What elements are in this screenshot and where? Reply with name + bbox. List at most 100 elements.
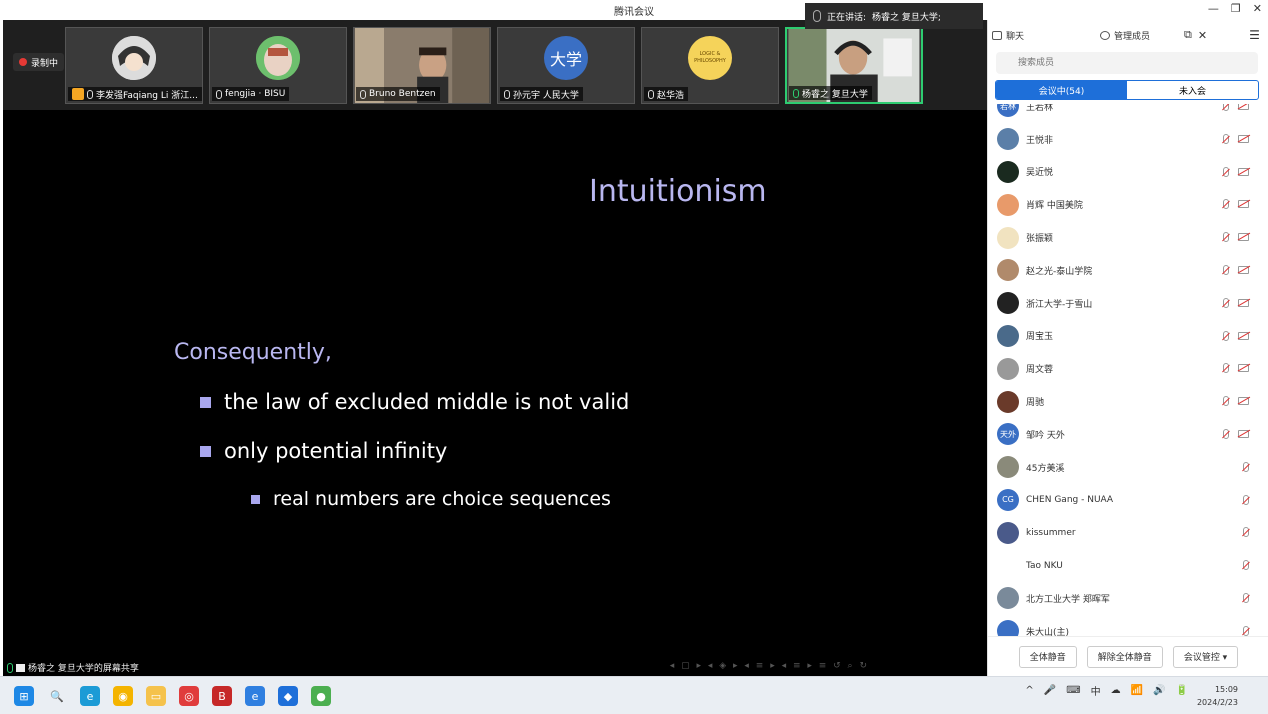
- tab-chat[interactable]: 聊天: [988, 29, 1096, 42]
- member-row[interactable]: 北方工业大学 郑晖军: [988, 582, 1268, 615]
- popout-icon[interactable]: ⧉: [1184, 28, 1192, 42]
- mic-muted-icon[interactable]: [1243, 592, 1249, 603]
- browser-icon[interactable]: e: [245, 686, 265, 706]
- member-row[interactable]: 周驰: [988, 385, 1268, 418]
- avatar: [997, 292, 1019, 315]
- screen-share-label: 杨睿之 复旦大学的屏幕共享: [7, 661, 139, 674]
- member-row[interactable]: 肖辉 中国美院: [988, 188, 1268, 221]
- tray-icon[interactable]: 📶: [1131, 685, 1143, 696]
- speaking-name: 杨睿之 复旦大学;: [872, 12, 941, 23]
- avatar: [997, 193, 1019, 216]
- mic-muted-icon[interactable]: [1223, 232, 1229, 243]
- participant-tile[interactable]: 李发强Faqiang Li 浙江...: [65, 27, 203, 104]
- avatar: [997, 324, 1019, 347]
- mic-muted-icon[interactable]: [1243, 461, 1249, 472]
- clock[interactable]: 15:09 2024/2/23: [1197, 683, 1238, 709]
- meeting-control-button[interactable]: 会议管控 ▾: [1172, 645, 1239, 668]
- member-row[interactable]: 朱大山(主): [988, 615, 1268, 637]
- member-name: CHEN Gang - NUAA: [1026, 494, 1114, 505]
- tray-icon[interactable]: 🔋: [1176, 685, 1188, 696]
- participant-tile[interactable]: LOGIC & PHILOSOPHY 赵华浩: [641, 27, 779, 104]
- mic-muted-icon[interactable]: [1243, 494, 1249, 505]
- user-icon: [1100, 30, 1110, 40]
- mute-all-button[interactable]: 全体静音: [1018, 645, 1077, 668]
- minimize-button[interactable]: —: [1208, 2, 1219, 15]
- maximize-button[interactable]: ❐: [1231, 2, 1241, 15]
- mic-muted-icon[interactable]: [1243, 560, 1249, 571]
- camera-off-icon[interactable]: [1238, 265, 1249, 274]
- member-row[interactable]: 张振颖: [988, 221, 1268, 254]
- app-b-icon[interactable]: B: [212, 686, 232, 706]
- camera-off-icon[interactable]: [1238, 233, 1249, 242]
- netease-icon[interactable]: ◎: [179, 686, 199, 706]
- bullet-square-icon: [200, 445, 211, 457]
- start-icon[interactable]: ⊞: [14, 686, 34, 706]
- camera-off-icon[interactable]: [1238, 298, 1249, 307]
- segment-not-joined[interactable]: 未入会: [1127, 81, 1258, 99]
- mic-muted-icon[interactable]: [1223, 104, 1229, 111]
- tencent-meeting-icon[interactable]: ◆: [278, 686, 298, 706]
- close-button[interactable]: ✕: [1253, 2, 1262, 15]
- camera-off-icon[interactable]: [1238, 134, 1249, 143]
- tray-icon[interactable]: 🔊: [1153, 685, 1165, 696]
- logo-text: LOGIC & PHILOSOPHY: [694, 51, 726, 64]
- camera-off-icon[interactable]: [1238, 364, 1249, 373]
- mic-muted-icon[interactable]: [1223, 297, 1229, 308]
- camera-off-icon[interactable]: [1238, 104, 1249, 110]
- camera-off-icon[interactable]: [1238, 200, 1249, 209]
- mic-muted-icon[interactable]: [1223, 199, 1229, 210]
- mic-muted-icon[interactable]: [1223, 264, 1229, 275]
- menu-icon[interactable]: ☰: [1249, 28, 1260, 42]
- member-row[interactable]: 周文蓉: [988, 352, 1268, 385]
- mic-muted-icon[interactable]: [1223, 363, 1229, 374]
- member-row[interactable]: 吴近悦: [988, 156, 1268, 189]
- mic-icon: [504, 89, 510, 99]
- tray-icon[interactable]: 🎤: [1044, 685, 1056, 696]
- mic-muted-icon[interactable]: [1223, 330, 1229, 341]
- member-row[interactable]: 赵之光-泰山学院: [988, 254, 1268, 287]
- camera-off-icon[interactable]: [1238, 167, 1249, 176]
- participant-tile[interactable]: 大学 孙元宇 人民大学: [497, 27, 635, 104]
- participant-tile[interactable]: fengjia · BISU: [209, 27, 347, 104]
- camera-off-icon[interactable]: [1238, 397, 1249, 406]
- mic-icon: [813, 10, 821, 22]
- segment-in-meeting[interactable]: 会议中(54): [996, 81, 1127, 99]
- mic-muted-icon[interactable]: [1223, 396, 1229, 407]
- mic-muted-icon[interactable]: [1223, 133, 1229, 144]
- member-row[interactable]: Tao NKU: [988, 549, 1268, 582]
- wechat-icon[interactable]: ●: [311, 686, 331, 706]
- participant-tile[interactable]: Bruno Bentzen: [353, 27, 491, 104]
- member-search-input[interactable]: [996, 52, 1258, 74]
- member-row[interactable]: 周宝玉: [988, 320, 1268, 353]
- member-row[interactable]: 浙江大学-于雪山: [988, 287, 1268, 320]
- edge-icon[interactable]: e: [80, 686, 100, 706]
- member-row[interactable]: kissummer: [988, 516, 1268, 549]
- tray-icon[interactable]: ⌨: [1066, 685, 1080, 696]
- mic-muted-icon[interactable]: [1223, 166, 1229, 177]
- camera-off-icon[interactable]: [1238, 429, 1249, 438]
- tab-members[interactable]: 管理成员: [1096, 29, 1180, 42]
- unmute-all-button[interactable]: 解除全体静音: [1086, 645, 1163, 668]
- mic-muted-icon[interactable]: [1243, 527, 1249, 538]
- member-row[interactable]: CG CHEN Gang - NUAA: [988, 484, 1268, 517]
- member-row[interactable]: 天外 邹吟 天外: [988, 418, 1268, 451]
- mic-muted-icon[interactable]: [1243, 625, 1249, 636]
- member-row[interactable]: 45方美溪: [988, 451, 1268, 484]
- member-row[interactable]: 若林 王若林: [988, 104, 1268, 123]
- logo-avatar: LOGIC & PHILOSOPHY: [688, 36, 732, 80]
- camera-off-icon[interactable]: [1238, 331, 1249, 340]
- speaking-prefix: 正在讲话:: [827, 12, 867, 23]
- participant-tile-active[interactable]: 杨睿之 复旦大学: [785, 27, 923, 104]
- chrome-icon[interactable]: ◉: [113, 686, 133, 706]
- tray-icon[interactable]: 中: [1091, 683, 1101, 698]
- member-row[interactable]: 王悦非: [988, 123, 1268, 156]
- tray-icon[interactable]: ☁: [1111, 685, 1121, 696]
- member-name: 周文蓉: [1026, 365, 1054, 376]
- mic-muted-icon[interactable]: [1223, 428, 1229, 439]
- recording-badge[interactable]: 录制中: [13, 53, 65, 71]
- search-icon[interactable]: 🔍: [47, 686, 67, 706]
- close-icon[interactable]: ✕: [1198, 29, 1207, 42]
- member-name: 张振颖: [1026, 234, 1054, 245]
- tray-icon[interactable]: ^: [1025, 685, 1033, 696]
- explorer-icon[interactable]: ▭: [146, 686, 166, 706]
